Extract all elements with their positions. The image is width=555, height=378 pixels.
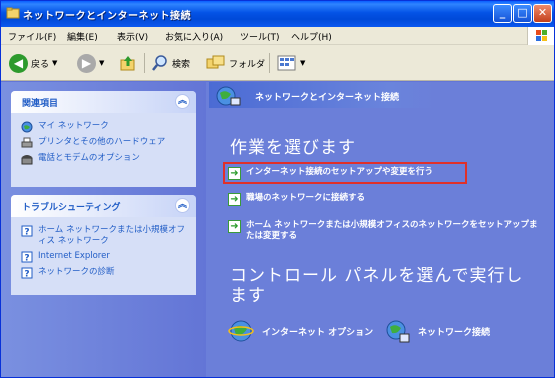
related-link-label: マイ ネットワーク: [38, 121, 109, 131]
related-panel-header[interactable]: 関連項目 ︽: [11, 91, 196, 113]
pick-control-panel-heading: コントロール パネルを選んで実行します: [230, 266, 524, 306]
collapse-chevron-icon[interactable]: ︽: [175, 94, 190, 109]
dropdown-icon: ▼: [99, 59, 105, 67]
related-link-my-network[interactable]: マイ ネットワーク: [11, 119, 196, 135]
task-home-network-setup[interactable]: ➜ ホーム ネットワークまたは小規模オフィスのネットワークをセットアップまたは変…: [228, 220, 538, 242]
task-pane: 関連項目 ︽ マイ ネットワーク プリンタとその他のハードウェア 電話とモデムの…: [1, 82, 206, 377]
troubleshoot-link-label: Internet Explorer: [38, 251, 110, 261]
task-internet-setup[interactable]: ➜ インターネット接続のセットアップや変更を行う: [223, 162, 467, 184]
close-button[interactable]: ✕: [533, 4, 552, 23]
toolbar: ◀ 戻る ▼ ▶ ▼ 検索 フォルダ ▼: [1, 45, 554, 81]
related-panel: 関連項目 ︽ マイ ネットワーク プリンタとその他のハードウェア 電話とモデムの…: [11, 91, 196, 187]
green-arrow-icon: ➜: [228, 193, 241, 206]
task-label: インターネット接続のセットアップや変更を行う: [246, 167, 434, 177]
menu-help[interactable]: ヘルプ(H): [291, 30, 332, 43]
menu-tools[interactable]: ツール(T): [240, 30, 280, 43]
cp-network-connections[interactable]: ネットワーク接続: [384, 318, 490, 344]
help-icon: ?: [21, 267, 33, 279]
troubleshoot-link-home-network[interactable]: ? ホーム ネットワークまたは小規模オフィス ネットワーク: [11, 223, 196, 249]
network-connections-icon: [386, 320, 410, 343]
menu-file[interactable]: ファイル(F): [8, 30, 56, 43]
collapse-chevron-icon[interactable]: ︽: [175, 198, 190, 213]
troubleshoot-panel-header[interactable]: トラブルシューティング ︽: [11, 195, 196, 217]
back-label: 戻る: [31, 59, 50, 70]
menu-bar: ファイル(F) 編集(E) 表示(V) お気に入り(A) ツール(T) ヘルプ(…: [1, 27, 554, 45]
menu-edit[interactable]: 編集(E): [67, 30, 98, 43]
svg-text:?: ?: [24, 228, 29, 238]
cp-label: インターネット オプション: [262, 327, 374, 338]
windows-logo-icon: [527, 27, 554, 45]
up-folder-icon: [120, 56, 135, 71]
troubleshoot-link-label: ホーム ネットワークまたは小規模オフィス ネットワーク: [38, 225, 185, 246]
troubleshoot-panel: トラブルシューティング ︽ ? ホーム ネットワークまたは小規模オフィス ネット…: [11, 195, 196, 295]
window-title: ネットワークとインターネット接続: [23, 11, 191, 22]
dropdown-icon: ▼: [300, 59, 306, 67]
related-link-label: 電話とモデムのオプション: [38, 153, 140, 163]
cp-label: ネットワーク接続: [418, 327, 491, 338]
maximize-button[interactable]: □: [513, 4, 532, 23]
menu-view[interactable]: 表示(V): [117, 30, 148, 43]
back-button[interactable]: ◀ 戻る ▼: [9, 53, 57, 73]
troubleshoot-link-label: ネットワークの診断: [38, 267, 115, 277]
back-arrow-icon: ◀: [9, 53, 28, 73]
up-folder-button[interactable]: [119, 53, 137, 73]
category-title: ネットワークとインターネット接続: [255, 93, 400, 103]
search-icon: [152, 55, 167, 71]
related-panel-title: 関連項目: [22, 99, 59, 109]
search-label: 検索: [172, 59, 191, 70]
related-link-phone-modem[interactable]: 電話とモデムのオプション: [11, 151, 196, 167]
folder-icon: [6, 7, 20, 19]
forward-arrow-icon: ▶: [77, 53, 96, 73]
task-workplace-connect[interactable]: ➜ 職場のネットワークに接続する: [228, 193, 365, 206]
folders-icon: [206, 55, 225, 69]
views-button[interactable]: ▼: [277, 53, 305, 73]
troubleshoot-link-ie[interactable]: ? Internet Explorer: [11, 249, 196, 265]
search-button[interactable]: 検索: [151, 53, 190, 73]
explorer-window: ネットワークとインターネット接続 _ □ ✕ ファイル(F) 編集(E) 表示(…: [0, 0, 555, 378]
views-icon: [277, 55, 296, 71]
toolbar-separator: [269, 53, 270, 73]
menu-favorites[interactable]: お気に入り(A): [165, 30, 223, 43]
help-icon: ?: [21, 225, 33, 237]
internet-options-icon: [228, 320, 254, 342]
printer-icon: [21, 137, 33, 148]
green-arrow-icon: ➜: [228, 220, 241, 233]
minimize-button[interactable]: _: [493, 4, 512, 23]
title-bar[interactable]: ネットワークとインターネット接続 _ □ ✕: [1, 1, 554, 27]
network-internet-icon: [216, 86, 241, 106]
phone-icon: [21, 155, 33, 165]
dropdown-icon: ▼: [52, 59, 58, 67]
green-arrow-icon: ➜: [228, 167, 241, 180]
folders-label: フォルダ: [229, 59, 266, 70]
task-label: ホーム ネットワークまたは小規模オフィスのネットワークをセットアップまたは変更す…: [246, 220, 538, 241]
related-link-label: プリンタとその他のハードウェア: [38, 137, 166, 147]
folders-button[interactable]: フォルダ: [206, 53, 265, 73]
cp-internet-options[interactable]: インターネット オプション: [228, 318, 373, 344]
svg-text:?: ?: [24, 254, 29, 264]
svg-text:?: ?: [24, 270, 29, 280]
related-link-printers[interactable]: プリンタとその他のハードウェア: [11, 135, 196, 151]
toolbar-separator: [144, 53, 145, 73]
troubleshoot-link-diagnostics[interactable]: ? ネットワークの診断: [11, 265, 196, 281]
task-label: 職場のネットワークに接続する: [246, 193, 366, 203]
network-globe-icon: [21, 121, 33, 133]
forward-button[interactable]: ▶ ▼: [77, 53, 104, 73]
help-icon: ?: [21, 251, 33, 263]
troubleshoot-panel-title: トラブルシューティング: [22, 203, 121, 213]
choose-task-heading: 作業を選びます: [230, 138, 356, 158]
main-area: 関連項目 ︽ マイ ネットワーク プリンタとその他のハードウェア 電話とモデムの…: [1, 82, 554, 377]
